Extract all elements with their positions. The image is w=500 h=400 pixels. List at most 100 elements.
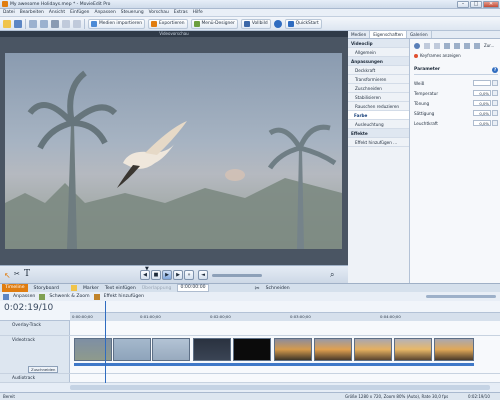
copy-icon[interactable] [62, 19, 70, 28]
reset-label[interactable]: Zur... [484, 43, 494, 49]
volume-slider[interactable] [212, 274, 262, 277]
help-icon[interactable] [273, 19, 282, 28]
parameter-value-field[interactable]: 0,0% [473, 90, 491, 96]
spinner-icon[interactable] [492, 110, 498, 116]
category-item[interactable]: Effekte [348, 129, 409, 138]
parameter-value-field[interactable]: 0,0% [473, 100, 491, 106]
stop-button[interactable]: ■ [151, 270, 161, 280]
pan-zoom-label[interactable]: Schwenk & Zoom [49, 294, 89, 299]
open-folder-icon[interactable] [3, 19, 11, 28]
video-clip[interactable] [152, 338, 190, 361]
tab-storyboard[interactable]: Storyboard [34, 286, 59, 291]
delete-icon[interactable] [444, 43, 450, 49]
crop-button[interactable]: Zuschneiden [28, 366, 59, 373]
track-area[interactable] [70, 336, 500, 373]
category-item[interactable]: Allgemein [348, 48, 409, 57]
category-item[interactable]: Ausleuchtung [348, 120, 409, 129]
tab-galleries[interactable]: Galerien [407, 31, 432, 38]
save-icon[interactable] [14, 19, 22, 28]
video-clip[interactable] [314, 338, 352, 361]
timeline-scrollbar[interactable] [0, 383, 500, 392]
category-item[interactable]: Farbe [348, 111, 409, 120]
tab-timeline[interactable]: Timeline [2, 284, 28, 292]
menu-designer-button[interactable]: Menü-Designer [190, 18, 238, 29]
fit-icon[interactable] [3, 293, 9, 300]
video-clip[interactable] [193, 338, 231, 361]
copy-icon[interactable] [454, 43, 460, 49]
save-preset-icon[interactable] [474, 43, 480, 49]
scissors-tool-icon[interactable]: ✂ [14, 270, 20, 278]
menu-ansicht[interactable]: Ansicht [49, 10, 65, 15]
fullscreen-button[interactable]: Vollbild [240, 18, 271, 29]
video-clip[interactable] [74, 338, 112, 361]
maximize-button[interactable]: □ [470, 0, 482, 8]
zoom-slider[interactable] [426, 295, 496, 298]
menu-datei[interactable]: Datei [3, 10, 15, 15]
menu-hilfe[interactable]: Hilfe [193, 10, 203, 15]
playhead[interactable] [105, 301, 106, 383]
marker-label[interactable]: Marker [83, 286, 99, 291]
keyframes-row[interactable]: Keyframes anzeigen [414, 53, 461, 58]
pointer-tool-icon[interactable]: ↖ [4, 271, 11, 280]
menu-anpassen[interactable]: Anpassen [94, 10, 115, 15]
video-clip[interactable] [354, 338, 392, 361]
fit-label[interactable]: Anpassen [13, 294, 35, 299]
track-icon[interactable] [70, 285, 77, 291]
import-media-button[interactable]: Medien importieren [88, 18, 145, 29]
category-item[interactable]: Videoclip [348, 39, 409, 48]
video-clip[interactable] [274, 338, 312, 361]
quickstart-button[interactable]: QuickStart [284, 18, 322, 29]
fast-forward-button[interactable]: » [184, 270, 194, 280]
effect-icon[interactable] [93, 293, 100, 300]
spinner-icon[interactable] [492, 120, 498, 126]
pan-zoom-icon[interactable] [39, 293, 46, 300]
category-item[interactable]: Stabilisieren [348, 93, 409, 102]
category-item[interactable]: Effekt hinzufügen ... [348, 138, 409, 147]
menu-vorschau[interactable]: Vorschau [149, 10, 169, 15]
video-clip[interactable] [113, 338, 151, 361]
scissors-icon[interactable]: ✂ [255, 285, 260, 292]
menu-extras[interactable]: Extras [174, 10, 188, 15]
timeline-ruler[interactable]: 0:00:00;00 0:01:00;00 0:02:00;00 0:03:00… [70, 312, 500, 321]
volume-button[interactable]: ◄ [198, 270, 208, 280]
video-clip[interactable] [394, 338, 432, 361]
overlap-field[interactable]: 0:00:00:00 [177, 284, 209, 292]
category-item[interactable]: Zuschneiden [348, 84, 409, 93]
target-icon[interactable] [414, 43, 420, 49]
category-item[interactable]: Deckkraft [348, 66, 409, 75]
text-tool-icon[interactable]: T [24, 269, 30, 279]
video-clip[interactable] [434, 338, 474, 361]
export-button[interactable]: Exportieren [148, 18, 188, 29]
zoom-icon[interactable]: ⌕ [330, 270, 334, 280]
parameter-value-field[interactable]: 0,0% [473, 120, 491, 126]
effect-label[interactable]: Effekt hinzufügen [104, 294, 144, 299]
menu-einfuegen[interactable]: Einfügen [70, 10, 89, 15]
parameter-value-field[interactable]: 0,0% [473, 110, 491, 116]
undo-icon[interactable] [29, 19, 37, 28]
redo-icon[interactable] [40, 19, 48, 28]
paste-icon[interactable] [464, 43, 470, 49]
category-item[interactable]: Transformieren [348, 75, 409, 84]
paste-icon[interactable] [73, 19, 81, 28]
help-icon[interactable]: ? [492, 67, 498, 73]
category-item[interactable]: Anpassungen [348, 57, 409, 66]
parameter-value-field[interactable] [473, 80, 491, 86]
play-button[interactable]: ▶ [162, 270, 172, 280]
track-area[interactable] [70, 321, 500, 335]
redo-icon[interactable] [434, 43, 440, 49]
spinner-icon[interactable] [492, 90, 498, 96]
minimize-button[interactable]: – [457, 0, 469, 8]
video-clip[interactable] [233, 338, 271, 361]
scissors-icon[interactable] [51, 19, 59, 28]
spinner-icon[interactable] [492, 80, 498, 86]
tab-properties[interactable]: Eigenschaften [370, 31, 407, 38]
insert-text-label[interactable]: Text einfügen [105, 286, 136, 291]
tab-media[interactable]: Medien [348, 31, 371, 38]
category-item[interactable]: Rauschen reduzieren [348, 102, 409, 111]
close-button[interactable]: ✕ [483, 0, 499, 8]
menu-bearbeiten[interactable]: Bearbeiten [20, 10, 44, 15]
spinner-icon[interactable] [492, 100, 498, 106]
next-frame-button[interactable]: ▶ [173, 270, 183, 280]
track-area[interactable] [70, 374, 500, 382]
cut-label[interactable]: Schneiden [266, 286, 290, 291]
